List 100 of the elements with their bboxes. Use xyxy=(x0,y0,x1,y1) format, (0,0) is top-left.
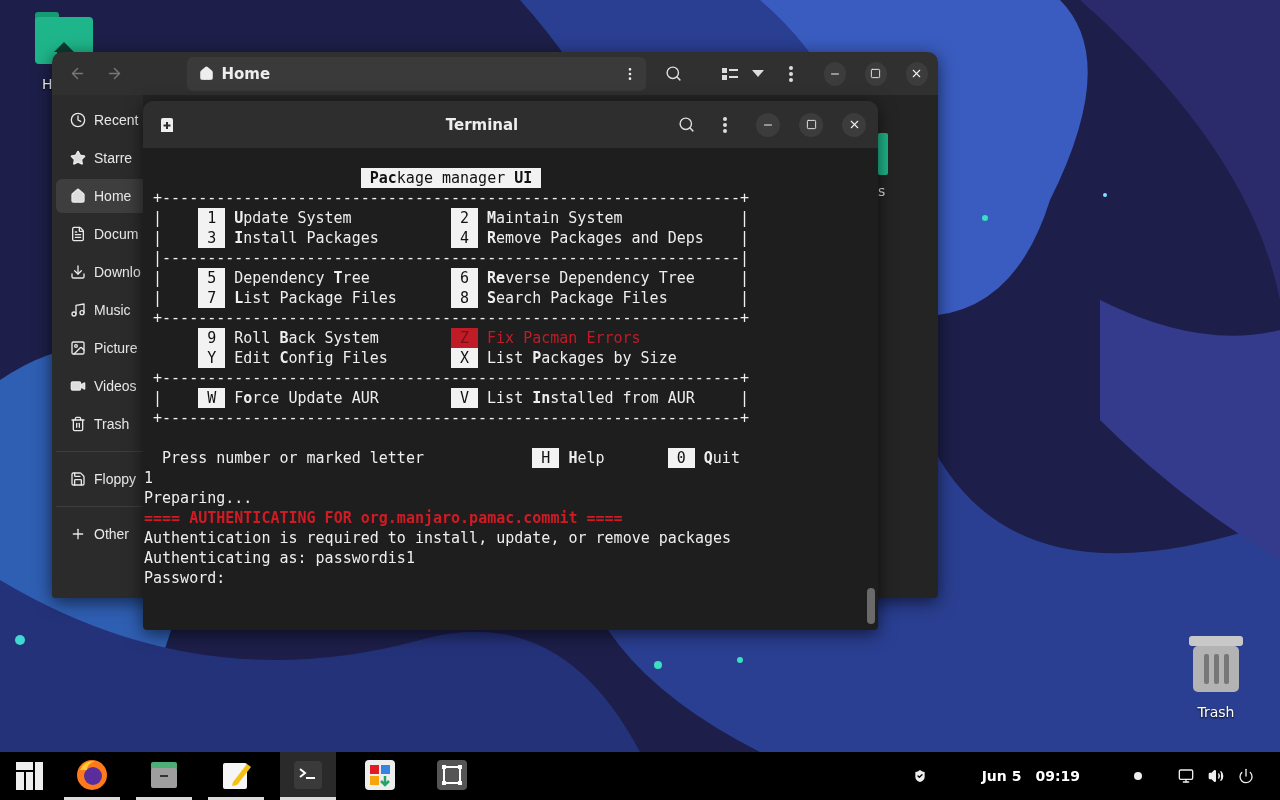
power-icon[interactable] xyxy=(1238,768,1254,784)
menu-key: 8 xyxy=(450,288,479,308)
firefox-icon xyxy=(75,757,109,792)
menu-key: 4 xyxy=(450,228,479,248)
file-name[interactable]: s xyxy=(878,183,886,199)
terminal-output-line: Password: xyxy=(144,568,226,588)
menu-icon xyxy=(789,65,793,82)
menu-option: Edit Config Files xyxy=(234,348,451,368)
menu-key: 3 xyxy=(198,228,226,248)
sidebar-item[interactable]: Music xyxy=(56,293,143,327)
path-bar[interactable]: Home xyxy=(186,56,646,91)
sidebar-item[interactable]: Recent xyxy=(56,103,143,137)
menu-option: Remove Packages and Deps xyxy=(487,228,740,248)
menu-option: List Installed from AUR xyxy=(487,388,740,408)
box-edge: | xyxy=(739,288,749,308)
document-icon xyxy=(70,226,86,242)
menu-icon xyxy=(723,116,727,133)
list-icon xyxy=(721,66,738,81)
box-edge: | xyxy=(153,228,163,248)
new-tab-icon[interactable] xyxy=(159,117,175,132)
menu-key: 0 xyxy=(667,448,695,468)
sidebar-item[interactable]: Trash xyxy=(56,407,143,441)
box-edge: | xyxy=(739,208,749,228)
menu-key: Y xyxy=(198,348,226,368)
sidebar-item[interactable]: Starre xyxy=(56,141,143,175)
trash-can-icon xyxy=(1189,634,1243,692)
menu-option: Help xyxy=(568,448,668,468)
desktop-icon-label: Trash xyxy=(1197,704,1235,720)
menu-key: Z xyxy=(450,328,479,348)
plus-icon xyxy=(70,526,86,542)
menu-option: Reverse Dependency Tree xyxy=(487,268,740,288)
menu-key: V xyxy=(450,388,479,408)
window-title: Terminal xyxy=(444,115,520,134)
close-button[interactable] xyxy=(905,61,928,86)
minimize-button[interactable] xyxy=(756,112,780,137)
menu-key: W xyxy=(198,388,226,408)
maximize-button[interactable] xyxy=(864,61,887,86)
home-icon xyxy=(70,188,86,204)
notification-dot-icon[interactable] xyxy=(1134,772,1142,780)
scrollbar[interactable] xyxy=(867,588,875,624)
folder-icon xyxy=(878,133,888,175)
prompt-text: Press number or marked letter xyxy=(162,448,425,468)
menu-option: Dependency Tree xyxy=(234,268,451,288)
close-button[interactable] xyxy=(842,112,866,137)
volume-icon[interactable] xyxy=(1208,768,1224,784)
menu-option: Install Packages xyxy=(234,228,451,248)
time-text[interactable]: 09:19 xyxy=(1035,768,1080,784)
box-rule: +----------------------------------------------------------------+ xyxy=(153,408,750,428)
menu-option: Maintain System xyxy=(487,208,740,228)
menu-option: Search Package Files xyxy=(487,288,740,308)
sidebar-item[interactable]: Videos xyxy=(56,369,143,403)
sidebar-item[interactable]: Floppy xyxy=(56,462,143,496)
taskbar-app[interactable] xyxy=(280,752,336,800)
box-edge: | xyxy=(739,228,749,248)
menu-option: Roll Back System xyxy=(234,328,451,348)
menu-title: Package manager UI xyxy=(360,168,542,188)
video-camera-icon xyxy=(70,378,86,394)
trash-icon xyxy=(70,416,86,432)
terminal-output-line: Authentication is required to install, update, or remove packages xyxy=(144,528,731,548)
menu-option: List Packages by Size xyxy=(487,348,740,368)
menu-key: 5 xyxy=(198,268,226,288)
menu-option: Quit xyxy=(703,448,758,468)
menu-key: 6 xyxy=(450,268,479,288)
box-edge: | xyxy=(739,388,749,408)
image-icon xyxy=(70,340,86,356)
shield-icon[interactable] xyxy=(911,768,928,784)
clock-icon xyxy=(70,112,86,128)
search-icon xyxy=(665,65,682,82)
sidebar-item[interactable]: Docum xyxy=(56,217,143,251)
floppy-icon xyxy=(70,471,86,487)
box-edge: | xyxy=(153,288,163,308)
menu-option: Update System xyxy=(234,208,451,228)
app-grid-icon xyxy=(363,757,397,792)
box-rule: +----------------------------------------------------------------+ xyxy=(153,308,750,328)
terminal-output-line: Authenticating as: passwordis1 xyxy=(144,548,415,568)
date-text[interactable]: Jun 5 xyxy=(981,768,1022,784)
search-icon xyxy=(677,116,695,133)
maximize-button[interactable] xyxy=(799,112,823,137)
menu-key: 7 xyxy=(198,288,226,308)
box-edge: | xyxy=(153,388,163,408)
minimize-button[interactable] xyxy=(823,61,846,86)
caret-icon xyxy=(752,69,765,78)
terminal-output-line: Preparing... xyxy=(144,488,253,508)
menu-key: 1 xyxy=(198,208,226,228)
sidebar-item[interactable]: Other xyxy=(56,517,143,551)
home-icon xyxy=(198,66,214,81)
sidebar-item[interactable]: Downlo xyxy=(56,255,143,289)
box-rule: +----------------------------------------------------------------+ xyxy=(153,188,750,208)
terminal-output-line: 1 xyxy=(144,468,154,488)
menu-key: X xyxy=(450,348,479,368)
desktop-icon-label: H xyxy=(42,76,53,92)
sidebar-item[interactable]: Home xyxy=(56,179,143,213)
box-rule: +----------------------------------------------------------------+ xyxy=(153,368,750,388)
menu-key: 2 xyxy=(450,208,479,228)
display-icon[interactable] xyxy=(1178,768,1194,784)
menu-option: List Package Files xyxy=(234,288,451,308)
sidebar-item[interactable]: Picture xyxy=(56,331,143,365)
menu-key: 9 xyxy=(198,328,226,348)
maximize-icon xyxy=(805,119,817,130)
box-edge: | xyxy=(739,268,749,288)
